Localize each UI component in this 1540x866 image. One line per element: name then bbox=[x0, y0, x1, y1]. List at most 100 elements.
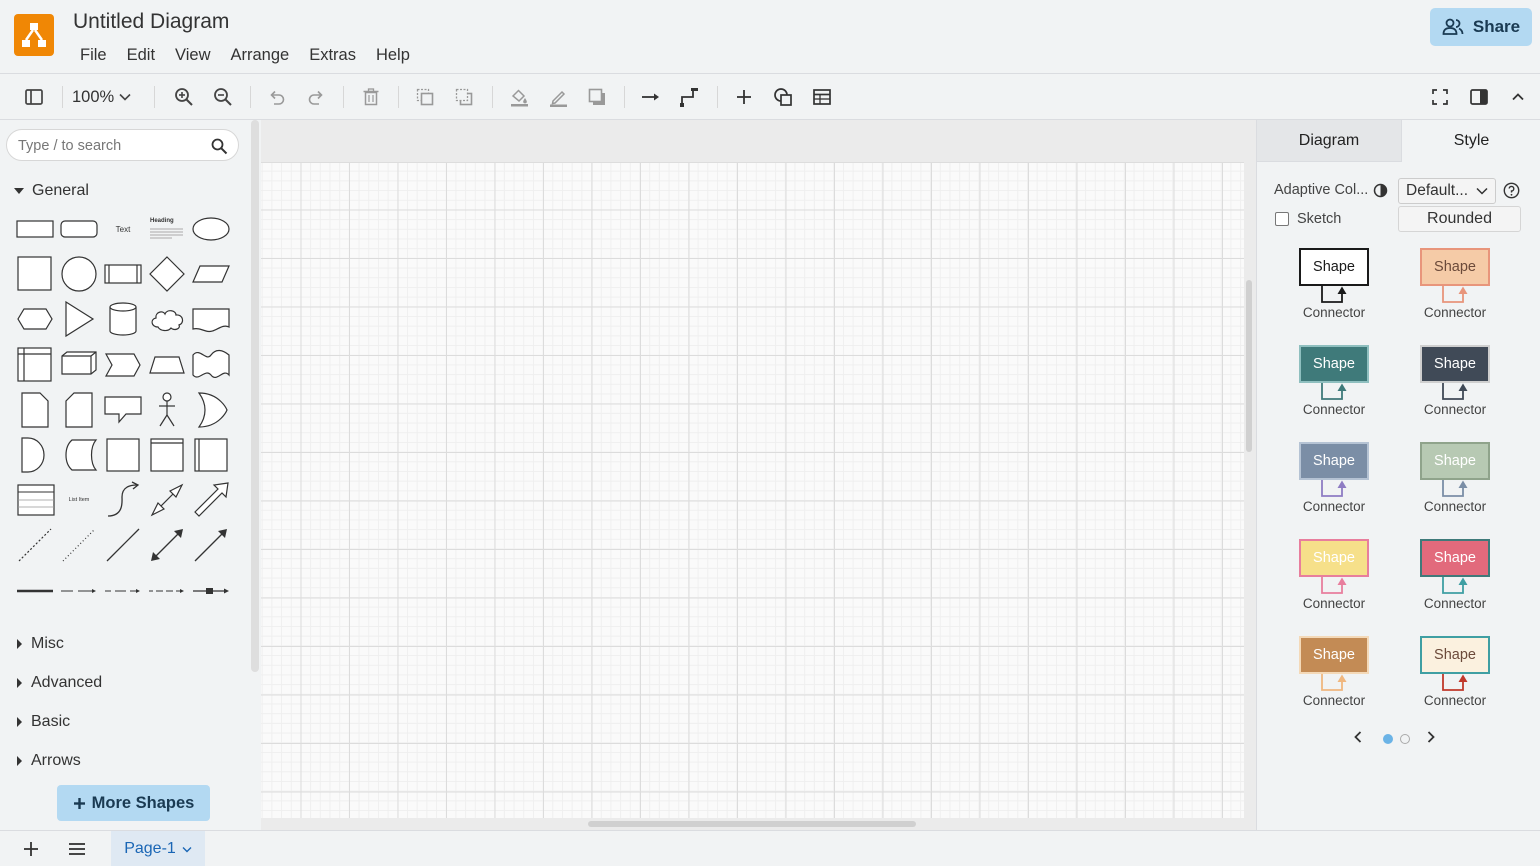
style-swatch[interactable]: Shape Connector bbox=[1392, 436, 1492, 522]
redo-button[interactable] bbox=[303, 84, 329, 110]
adaptive-colors-select[interactable]: Default... bbox=[1398, 178, 1496, 204]
shape-container[interactable] bbox=[102, 434, 144, 476]
to-front-button[interactable] bbox=[412, 84, 438, 110]
style-swatch[interactable]: Shape Connector bbox=[1271, 436, 1371, 522]
shape-arrow[interactable] bbox=[190, 479, 232, 521]
shape-square[interactable] bbox=[14, 253, 56, 295]
shape-data-storage[interactable] bbox=[58, 434, 100, 476]
insert-button[interactable] bbox=[731, 84, 757, 110]
menu-file[interactable]: File bbox=[70, 44, 117, 66]
section-misc[interactable]: Misc bbox=[14, 635, 64, 653]
shape-rounded-rectangle[interactable] bbox=[58, 208, 100, 250]
canvas-horizontal-scrollbar[interactable] bbox=[588, 821, 916, 827]
menu-edit[interactable]: Edit bbox=[117, 44, 165, 66]
delete-button[interactable] bbox=[358, 84, 384, 110]
shape-tape[interactable] bbox=[190, 344, 232, 386]
shape-rectangle[interactable] bbox=[14, 208, 56, 250]
shadow-button[interactable] bbox=[584, 84, 610, 110]
shape-connector-with-2-labels[interactable] bbox=[102, 570, 144, 612]
shape-dotted-line[interactable] bbox=[58, 524, 100, 566]
shape-bidirectional-arrow[interactable] bbox=[146, 479, 188, 521]
shape-note[interactable] bbox=[14, 389, 56, 431]
waypoints-button[interactable] bbox=[677, 84, 703, 110]
format-panel-toggle-button[interactable] bbox=[21, 84, 47, 110]
sidebar-scrollbar[interactable] bbox=[251, 120, 259, 672]
style-swatch[interactable]: Shape Connector bbox=[1392, 339, 1492, 425]
shape-parallelogram[interactable] bbox=[190, 253, 232, 295]
shape-textbox[interactable]: Heading bbox=[146, 208, 188, 250]
diagram-title[interactable]: Untitled Diagram bbox=[73, 10, 229, 34]
shape-callout[interactable] bbox=[102, 389, 144, 431]
shape-process[interactable] bbox=[102, 253, 144, 295]
help-icon[interactable] bbox=[1503, 182, 1520, 199]
shape-dashed-line[interactable] bbox=[14, 524, 56, 566]
section-advanced[interactable]: Advanced bbox=[14, 674, 102, 692]
search-icon[interactable] bbox=[211, 138, 228, 155]
menu-help[interactable]: Help bbox=[366, 44, 420, 66]
shape-circle[interactable] bbox=[58, 253, 100, 295]
shape-text[interactable]: Text bbox=[102, 208, 144, 250]
shape-step[interactable] bbox=[102, 344, 144, 386]
shape-trapezoid[interactable] bbox=[146, 344, 188, 386]
shape-cube[interactable] bbox=[58, 344, 100, 386]
connection-style-button[interactable] bbox=[638, 84, 664, 110]
carousel-dot-active[interactable] bbox=[1383, 734, 1393, 744]
fill-color-button[interactable] bbox=[506, 84, 532, 110]
menu-arrange[interactable]: Arrange bbox=[221, 44, 300, 66]
shape-internal-storage[interactable] bbox=[14, 344, 56, 386]
page-tab-page-1[interactable]: Page-1 bbox=[111, 831, 205, 866]
share-button[interactable]: Share bbox=[1430, 8, 1532, 46]
shape-card[interactable] bbox=[58, 389, 100, 431]
shapes-button[interactable] bbox=[770, 84, 796, 110]
menu-extras[interactable]: Extras bbox=[299, 44, 366, 66]
shape-line[interactable] bbox=[102, 524, 144, 566]
collapse-toolbar-button[interactable] bbox=[1505, 84, 1531, 110]
fullscreen-button[interactable] bbox=[1427, 84, 1453, 110]
menu-view[interactable]: View bbox=[165, 44, 220, 66]
section-general[interactable]: General bbox=[14, 182, 89, 200]
shape-delay[interactable] bbox=[14, 434, 56, 476]
hamburger-menu-icon[interactable] bbox=[66, 841, 88, 857]
undo-button[interactable] bbox=[264, 84, 290, 110]
table-button[interactable] bbox=[809, 84, 835, 110]
tab-style[interactable]: Style bbox=[1402, 120, 1540, 162]
shape-connector-with-3-labels[interactable] bbox=[146, 570, 188, 612]
shape-cylinder[interactable] bbox=[102, 298, 144, 340]
carousel-dot[interactable] bbox=[1400, 734, 1410, 744]
shape-triangle[interactable] bbox=[58, 298, 100, 340]
shape-connector-with-symbol[interactable] bbox=[190, 570, 232, 612]
shape-list[interactable] bbox=[14, 479, 56, 521]
sketch-checkbox[interactable] bbox=[1275, 212, 1289, 226]
zoom-in-button[interactable] bbox=[171, 84, 197, 110]
shape-hexagon[interactable] bbox=[14, 298, 56, 340]
shape-cloud[interactable] bbox=[146, 298, 188, 340]
style-swatch[interactable]: Shape Connector bbox=[1271, 533, 1371, 619]
chevron-left-icon[interactable] bbox=[1352, 730, 1364, 744]
style-swatch[interactable]: Shape Connector bbox=[1271, 630, 1371, 716]
shape-swimlane[interactable] bbox=[146, 434, 188, 476]
canvas-vertical-scrollbar[interactable] bbox=[1246, 280, 1252, 452]
more-shapes-button[interactable]: More Shapes bbox=[57, 785, 210, 821]
tab-diagram[interactable]: Diagram bbox=[1257, 120, 1402, 162]
format-panel-button[interactable] bbox=[1466, 84, 1492, 110]
section-basic[interactable]: Basic bbox=[14, 713, 70, 731]
zoom-out-button[interactable] bbox=[210, 84, 236, 110]
shape-link[interactable] bbox=[14, 570, 56, 612]
to-back-button[interactable] bbox=[451, 84, 477, 110]
section-arrows[interactable]: Arrows bbox=[14, 752, 81, 770]
shape-document[interactable] bbox=[190, 298, 232, 340]
shape-list-item[interactable]: List Item bbox=[58, 479, 100, 521]
line-color-button[interactable] bbox=[545, 84, 571, 110]
style-swatch[interactable]: Shape Connector bbox=[1271, 242, 1371, 328]
shape-directional-connector[interactable] bbox=[190, 524, 232, 566]
shape-bidirectional-connector[interactable] bbox=[146, 524, 188, 566]
shape-search-input[interactable] bbox=[18, 136, 203, 156]
rounded-button[interactable]: Rounded bbox=[1398, 206, 1521, 232]
chevron-right-icon[interactable] bbox=[1425, 730, 1437, 744]
shape-diamond[interactable] bbox=[146, 253, 188, 295]
style-swatch[interactable]: Shape Connector bbox=[1392, 630, 1492, 716]
shape-actor[interactable] bbox=[146, 389, 188, 431]
add-page-icon[interactable] bbox=[20, 840, 42, 858]
shape-connector-with-label[interactable] bbox=[58, 570, 100, 612]
style-swatch[interactable]: Shape Connector bbox=[1271, 339, 1371, 425]
